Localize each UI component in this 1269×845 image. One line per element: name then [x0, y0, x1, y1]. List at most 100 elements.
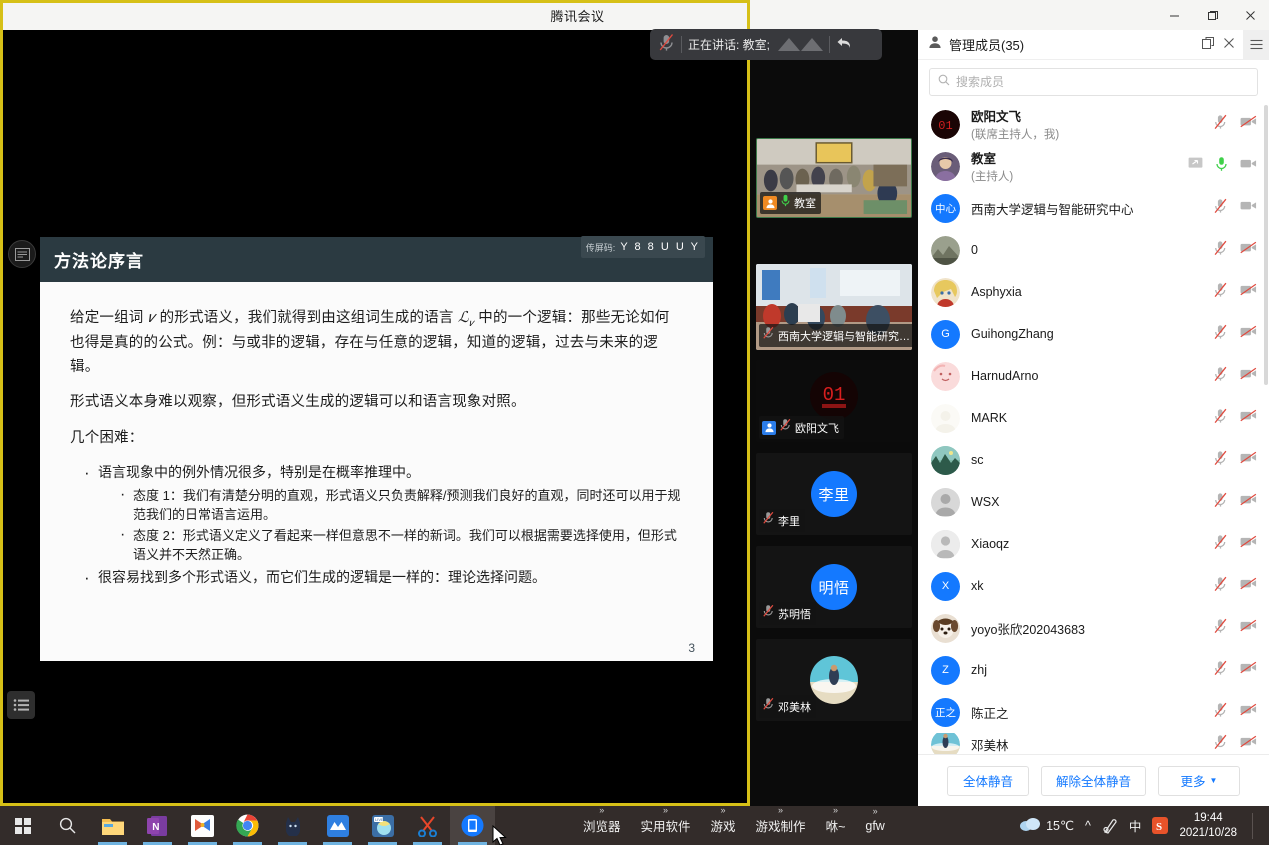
clock[interactable]: 19:44 2021/10/28 [1179, 811, 1237, 840]
participant-row[interactable]: X xk [918, 565, 1269, 607]
participant-row[interactable]: Asphyxia [918, 271, 1269, 313]
popout-icon[interactable] [1202, 36, 1214, 54]
participant-row[interactable]: WSX [918, 481, 1269, 523]
camera-off-icon[interactable] [1240, 325, 1257, 343]
search-box[interactable] [929, 68, 1258, 96]
screen-share-icon[interactable] [1188, 157, 1203, 175]
mute-all-button[interactable]: 全体静音 [947, 766, 1029, 796]
maximize-restore-button[interactable] [1193, 0, 1231, 30]
camera-off-icon[interactable] [1240, 451, 1257, 469]
mountain-app-icon[interactable] [315, 806, 360, 845]
mic-muted-icon[interactable] [1213, 576, 1228, 597]
tray-expand-icon[interactable]: ^ [1085, 819, 1091, 833]
camera-off-icon[interactable] [1240, 409, 1257, 427]
camera-icon[interactable] [1240, 157, 1257, 175]
video-tile-classroom[interactable]: 教室 [756, 138, 912, 218]
ime-indicator[interactable]: 中 [1129, 816, 1142, 835]
camera-off-icon[interactable] [1240, 283, 1257, 301]
mic-muted-icon[interactable] [1213, 282, 1228, 303]
camera-off-icon[interactable] [1240, 619, 1257, 637]
participant-row[interactable]: 中心 西南大学逻辑与智能研究中心 [918, 187, 1269, 229]
mic-muted-icon[interactable] [1213, 366, 1228, 387]
video-tile-name: 教室 [794, 195, 816, 211]
toolbar-group-games[interactable]: » 游戏 [711, 816, 736, 836]
close-button[interactable] [1231, 0, 1269, 30]
minimize-button[interactable] [1155, 0, 1193, 30]
camera-off-icon[interactable] [1240, 241, 1257, 259]
mic-muted-icon[interactable] [1213, 492, 1228, 513]
mic-muted-icon[interactable] [1213, 702, 1228, 723]
slide-notes-icon[interactable] [8, 240, 36, 268]
participant-row[interactable]: 邓美林 [918, 733, 1269, 754]
participant-row[interactable]: 教室 (主持人) [918, 145, 1269, 187]
mic-muted-icon[interactable] [1213, 660, 1228, 681]
file-explorer-icon[interactable] [90, 806, 135, 845]
camera-off-icon[interactable] [1240, 703, 1257, 721]
hamburger-menu-icon[interactable] [1243, 30, 1269, 60]
camera-off-icon[interactable] [1240, 493, 1257, 511]
participant-row[interactable]: HarnudArno [918, 355, 1269, 397]
participant-row[interactable]: 0 [918, 229, 1269, 271]
participant-row[interactable]: MARK [918, 397, 1269, 439]
camera-off-icon[interactable] [1240, 367, 1257, 385]
cat-app-icon[interactable] [270, 806, 315, 845]
participant-row[interactable]: Xiaoqz [918, 523, 1269, 565]
mic-muted-icon[interactable] [1213, 534, 1228, 555]
search-icon[interactable] [45, 806, 90, 845]
mic-muted-icon[interactable] [1213, 618, 1228, 639]
onenote-icon[interactable]: N [135, 806, 180, 845]
mic-muted-icon[interactable] [1213, 450, 1228, 471]
participant-row[interactable]: G GuihongZhang [918, 313, 1269, 355]
participant-row[interactable]: yoyo张欣202043683 [918, 607, 1269, 649]
camera-off-icon[interactable] [1240, 661, 1257, 679]
chrome-icon[interactable] [225, 806, 270, 845]
camera-off-icon[interactable] [1240, 577, 1257, 595]
camera-off-icon[interactable] [1240, 535, 1257, 553]
mic-muted-icon[interactable] [1213, 734, 1228, 755]
video-tile-research-center[interactable]: 西南大学逻辑与智能研究… [756, 264, 912, 350]
sogou-icon[interactable]: S [1152, 817, 1168, 834]
mic-muted-icon[interactable] [1213, 198, 1228, 219]
weather-widget[interactable]: 15℃ [1019, 817, 1074, 835]
participant-row[interactable]: 正之 陈正之 [918, 691, 1269, 733]
toolbar-group-utilities[interactable]: » 实用软件 [641, 816, 691, 836]
mic-muted-icon[interactable] [1213, 114, 1228, 135]
video-tile-lili[interactable]: 李里 李里 [756, 453, 912, 535]
toolbar-group-gamedev[interactable]: » 游戏制作 [756, 816, 806, 836]
mic-muted-icon[interactable] [1213, 324, 1228, 345]
mic-on-icon[interactable] [1215, 156, 1228, 177]
pen-icon[interactable] [1102, 817, 1118, 834]
participant-row[interactable]: sc [918, 439, 1269, 481]
xmind-icon[interactable] [180, 806, 225, 845]
camera-off-icon[interactable] [1240, 115, 1257, 133]
mic-muted-icon[interactable] [658, 33, 675, 57]
close-icon[interactable] [1223, 36, 1235, 54]
mic-muted-icon[interactable] [1213, 240, 1228, 261]
participant-row[interactable]: 01 欧阳文飞 (联席主持人，我) [918, 103, 1269, 145]
participant-row[interactable]: Z zhj [918, 649, 1269, 691]
avatar: 正之 [931, 698, 960, 727]
speaking-indicator-bar[interactable]: 正在讲话: 教室; [650, 29, 882, 60]
windows-start-icon[interactable] [0, 806, 45, 845]
search-input[interactable] [956, 75, 1249, 89]
camera-off-icon[interactable] [1240, 735, 1257, 753]
video-tile-ouyangwenfei[interactable]: 01 欧阳文飞 [756, 360, 912, 442]
slide-outline-icon[interactable] [7, 691, 35, 719]
live-anime-icon[interactable]: LIVE [360, 806, 405, 845]
video-thumbnail-strip[interactable]: 教室 西南大学逻辑与智能研究… [750, 30, 918, 806]
more-button[interactable]: 更多 ▼ [1158, 766, 1240, 796]
camera-icon[interactable] [1240, 199, 1257, 217]
show-desktop-button[interactable] [1252, 813, 1263, 839]
toolbar-group-xiu[interactable]: » 咻~ [826, 816, 846, 836]
participant-list[interactable]: 01 欧阳文飞 (联席主持人，我) 教室 (主持人) [918, 103, 1269, 754]
toolbar-group-browser[interactable]: » 浏览器 [583, 816, 621, 836]
video-tile-dengmeilin[interactable]: 邓美林 [756, 639, 912, 721]
mic-muted-icon[interactable] [1213, 408, 1228, 429]
unmute-all-button[interactable]: 解除全体静音 [1041, 766, 1146, 796]
video-tile-sumingwu[interactable]: 明悟 苏明悟 [756, 546, 912, 628]
windows-taskbar[interactable]: N LIVE » 浏览器 » 实用软件 » [0, 806, 1269, 845]
toolbar-group-gfw[interactable]: » gfw [865, 817, 884, 835]
tencent-meeting-icon[interactable] [450, 806, 495, 845]
snip-tool-icon[interactable] [405, 806, 450, 845]
return-arrow-icon[interactable] [836, 36, 852, 54]
